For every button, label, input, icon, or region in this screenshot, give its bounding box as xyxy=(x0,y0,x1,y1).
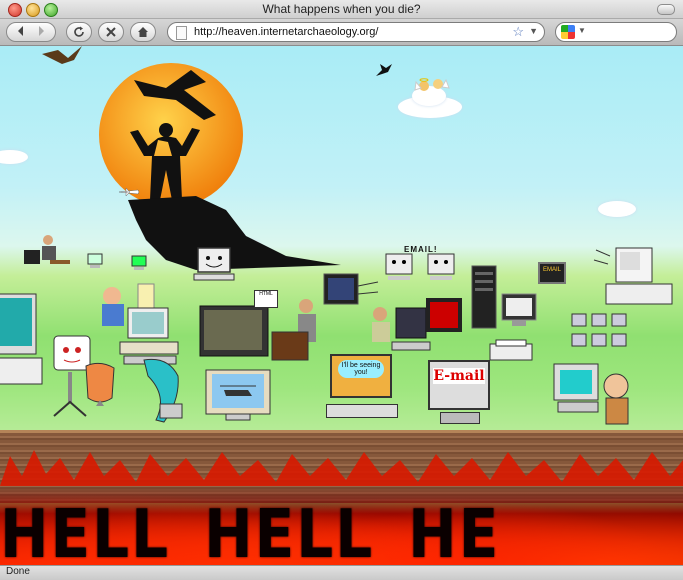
hell-word-1: HELL xyxy=(0,494,171,565)
browser-toolbar: ☆ ▼ ▼ xyxy=(0,19,683,46)
cloud-right xyxy=(598,201,636,217)
office-worker-clipart xyxy=(24,235,70,264)
man-typing-clipart xyxy=(372,307,431,351)
printer-clipart xyxy=(489,339,533,361)
back-button[interactable] xyxy=(11,25,31,40)
tower-server-clipart xyxy=(471,265,497,329)
email-monitor-base xyxy=(440,412,480,424)
email-monitor-label: E-mail xyxy=(433,368,485,384)
page-content: EMAIL! EMAIL HTML I'll be seeing you! E-… xyxy=(0,46,683,565)
farewell-keyboard xyxy=(326,404,398,418)
search-bar[interactable]: ▼ xyxy=(555,22,677,42)
history-dropdown-icon[interactable]: ▼ xyxy=(529,26,538,36)
monitor-grid-clipart xyxy=(571,313,627,347)
window-titlebar: What happens when you die? xyxy=(0,0,683,19)
farewell-computer: I'll be seeing you! xyxy=(326,352,398,424)
tv-monitor-room-clipart xyxy=(199,305,269,357)
address-bar[interactable]: ☆ ▼ xyxy=(167,22,545,42)
reload-button[interactable] xyxy=(66,22,92,42)
desktop-monitor-left xyxy=(0,293,43,385)
home-icon xyxy=(138,27,148,37)
speech-bubble-text: I'll be seeing you! xyxy=(338,360,384,378)
forward-button[interactable] xyxy=(31,25,51,40)
hell-word-3: HE xyxy=(408,494,501,565)
airplane-icon xyxy=(118,187,140,197)
angels-clipart xyxy=(414,78,450,91)
sunset-silhouette-clipart xyxy=(99,63,341,270)
small-email-monitor: EMAIL xyxy=(538,262,566,284)
status-bar: Done xyxy=(0,565,683,580)
url-input[interactable] xyxy=(194,24,494,40)
back-forward-group xyxy=(6,22,56,42)
printer-fax-clipart xyxy=(593,247,673,305)
search-engine-dropdown-icon[interactable]: ▼ xyxy=(578,26,586,35)
surfboard-computer-clipart xyxy=(143,358,183,423)
home-button[interactable] xyxy=(130,22,156,42)
google-search-engine-icon[interactable] xyxy=(561,25,575,39)
farewell-monitor: I'll be seeing you! xyxy=(330,354,392,398)
back-arrow-icon xyxy=(18,25,23,36)
email-monitor-screen: E-mail xyxy=(428,360,490,410)
bookmark-star-icon[interactable]: ☆ xyxy=(512,24,524,40)
small-computer-icon-2 xyxy=(131,255,147,270)
grey-monitor xyxy=(501,293,537,326)
eagle-top-left xyxy=(42,46,82,64)
flame-chair-clipart xyxy=(85,362,115,406)
angry-man-computer-clipart xyxy=(553,363,629,425)
flames-decoration xyxy=(0,450,683,486)
hell-word-2: HELL xyxy=(204,494,375,565)
smiling-computer-clipart xyxy=(193,247,235,281)
black-bird-icon xyxy=(376,64,392,76)
helicopter-monitor-clipart xyxy=(205,369,271,421)
stop-button[interactable] xyxy=(98,22,124,42)
email-computers-clipart xyxy=(385,253,455,280)
cloud-left xyxy=(0,150,28,164)
status-text: Done xyxy=(6,566,30,577)
page-icon xyxy=(176,26,187,40)
search-input[interactable] xyxy=(586,24,666,40)
man-at-desk-clipart xyxy=(271,299,316,361)
forward-arrow-icon xyxy=(39,25,44,36)
stop-x-icon xyxy=(106,27,116,37)
toolbar-toggle-button[interactable] xyxy=(657,4,675,15)
red-screen-monitor xyxy=(426,298,462,332)
window-title: What happens when you die? xyxy=(262,2,421,16)
email-monitor-clipart: E-mail xyxy=(428,360,492,426)
reload-icon xyxy=(74,26,84,37)
small-computer-icon-1 xyxy=(87,253,103,268)
hell-banner-text: HELL HELL HE xyxy=(0,495,683,565)
small-email-monitor-label: EMAIL xyxy=(542,267,561,273)
